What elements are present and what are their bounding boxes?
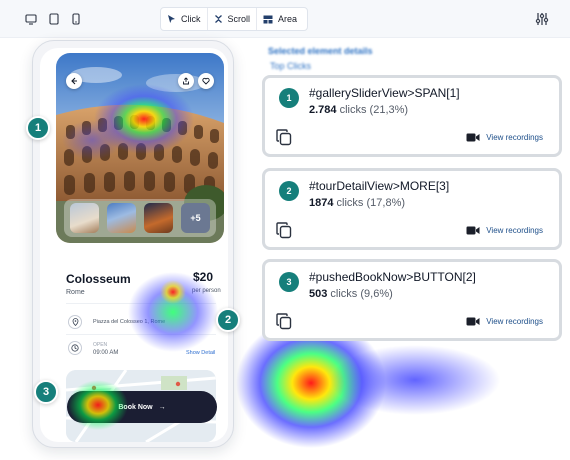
address-text: Piazza del Colosseo 1, Rome <box>93 319 166 325</box>
mode-scroll-label: Scroll <box>227 14 251 24</box>
mode-area-label: Area <box>278 14 298 24</box>
mode-scroll-button[interactable]: Scroll <box>206 8 257 30</box>
copy-icon[interactable] <box>276 222 292 239</box>
view-recordings-link[interactable]: View recordings <box>466 317 543 326</box>
view-recordings-label: View recordings <box>486 317 543 326</box>
marker-3[interactable]: 3 <box>34 380 58 404</box>
copy-icon[interactable] <box>276 129 292 146</box>
click-stats: 1874 clicks (17,8%) <box>309 197 405 209</box>
gallery-thumbnail[interactable] <box>107 203 136 233</box>
element-selector: #tourDetailView>MORE[3] <box>309 179 450 193</box>
place-price: $20 <box>193 270 214 284</box>
click-stats: 2.784 clicks (21,3%) <box>309 104 408 116</box>
click-element-card[interactable]: 1 #gallerySliderView>SPAN[1] 2.784 click… <box>262 75 562 157</box>
phone-screen: +5 Colosseum $20 Rome per person Piazza … <box>40 48 228 442</box>
click-element-card[interactable]: 3 #pushedBookNow>BUTTON[2] 503 clicks (9… <box>262 259 562 341</box>
blurred-heading: Selected element details <box>268 46 373 56</box>
phone-mockup: +5 Colosseum $20 Rome per person Piazza … <box>32 40 234 448</box>
view-recordings-link[interactable]: View recordings <box>466 226 543 235</box>
gallery-thumbnail[interactable] <box>70 203 99 233</box>
view-recordings-label: View recordings <box>486 226 543 235</box>
marker-1[interactable]: 1 <box>26 116 50 140</box>
click-percent: (21,3%) <box>369 104 409 116</box>
desktop-icon[interactable] <box>22 10 40 28</box>
divider <box>66 303 216 304</box>
place-title: Colosseum <box>66 272 131 286</box>
mobile-icon[interactable] <box>67 10 85 28</box>
click-count: 503 <box>309 288 328 300</box>
card-index: 1 <box>279 88 299 108</box>
gallery-thumbnail[interactable] <box>144 203 173 233</box>
open-label: OPEN <box>93 342 108 348</box>
click-stats: 503 clicks (9,6%) <box>309 288 393 300</box>
click-unit: clicks <box>336 197 364 209</box>
gallery-thumbnails: +5 <box>64 199 216 237</box>
share-icon[interactable] <box>178 73 194 89</box>
blurred-subheading: Top Clicks <box>270 61 312 71</box>
video-camera-icon <box>466 133 480 142</box>
view-recordings-label: View recordings <box>486 133 543 142</box>
heart-icon[interactable] <box>198 73 214 89</box>
click-percent: (9,6%) <box>360 288 393 300</box>
open-time: 09:00 AM <box>93 350 119 356</box>
top-toolbar: Click Scroll Area <box>0 0 570 38</box>
place-location: Rome <box>66 289 85 296</box>
click-unit: clicks <box>330 288 358 300</box>
divider <box>66 334 216 335</box>
location-pin-icon <box>68 315 82 329</box>
marker-2[interactable]: 2 <box>216 308 240 332</box>
scroll-icon <box>214 15 222 23</box>
clock-icon <box>68 341 82 355</box>
mode-click-label: Click <box>181 14 201 24</box>
card-index: 2 <box>279 181 299 201</box>
more-photos-thumbnail[interactable]: +5 <box>181 203 210 233</box>
back-arrow-icon[interactable] <box>66 73 82 89</box>
click-element-card[interactable]: 2 #tourDetailView>MORE[3] 1874 clicks (1… <box>262 168 562 250</box>
colosseum-photo[interactable]: +5 <box>56 53 224 243</box>
copy-icon[interactable] <box>276 313 292 330</box>
video-camera-icon <box>466 226 480 235</box>
card-index: 3 <box>279 272 299 292</box>
heatmap-view: Click Scroll Area +5 Colosseum $20 Rome … <box>0 0 570 460</box>
more-photos-count: +5 <box>190 213 201 223</box>
click-count: 1874 <box>309 197 334 209</box>
view-recordings-link[interactable]: View recordings <box>466 133 543 142</box>
mode-area-button[interactable]: Area <box>256 8 303 30</box>
element-selector: #gallerySliderView>SPAN[1] <box>309 86 460 100</box>
area-icon <box>263 15 273 23</box>
click-percent: (17,8%) <box>366 197 406 209</box>
price-unit: per person <box>192 288 221 294</box>
video-camera-icon <box>466 317 480 326</box>
mode-switcher: Click Scroll Area <box>160 7 308 31</box>
cursor-icon <box>168 15 175 23</box>
book-now-button[interactable]: Book Now → <box>67 391 217 423</box>
mode-click-button[interactable]: Click <box>161 8 207 30</box>
click-count: 2.784 <box>309 104 337 116</box>
sliders-icon[interactable] <box>532 9 552 29</box>
tablet-icon[interactable] <box>45 10 63 28</box>
show-detail-link[interactable]: Show Detail <box>186 350 215 356</box>
book-now-label: Book Now <box>118 403 153 411</box>
heat-spot <box>330 345 500 415</box>
arrow-right-icon: → <box>158 403 166 411</box>
element-selector: #pushedBookNow>BUTTON[2] <box>309 270 476 284</box>
click-unit: clicks <box>339 104 367 116</box>
